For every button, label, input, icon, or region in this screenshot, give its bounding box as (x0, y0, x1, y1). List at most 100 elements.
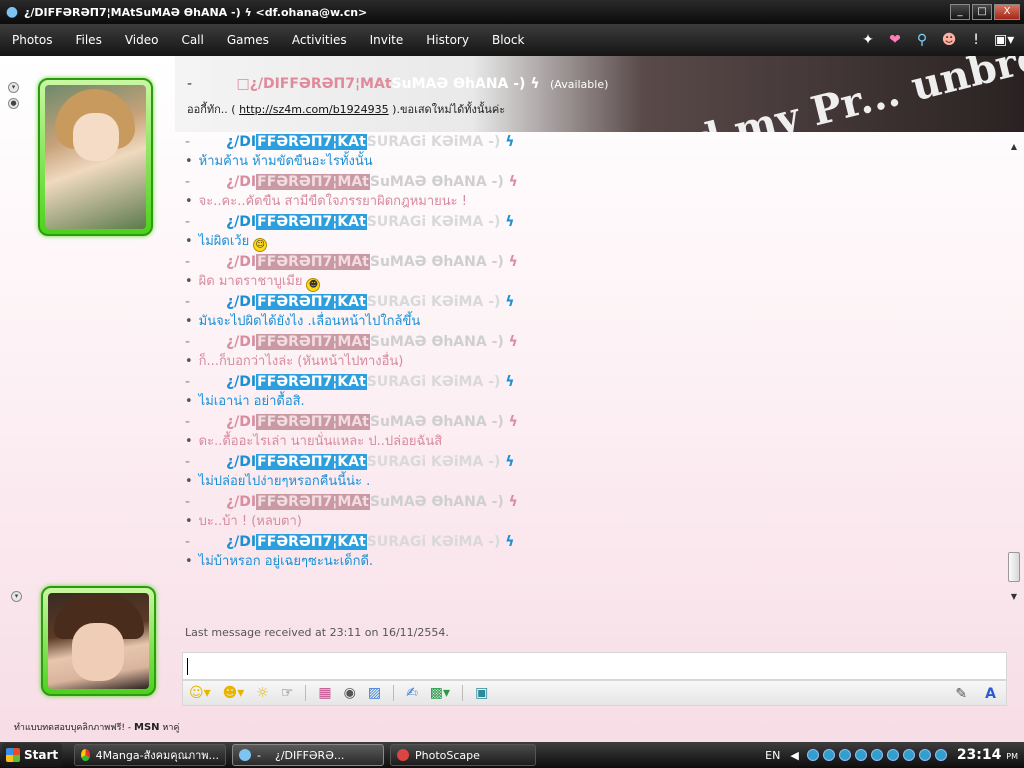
system-tray: EN ◀ 23:14 PM (765, 742, 1024, 768)
task-msn[interactable]: - ¿/DIFFƏRƏ... (232, 744, 384, 766)
photoscape-icon (397, 749, 409, 761)
message-body: • จะ..คะ..คัดขืน สามีขืดใจภรรยาผิดกฎหมายน… (185, 194, 467, 209)
menu-invite[interactable]: Invite (358, 33, 415, 47)
search-icon[interactable]: ⚲ (913, 31, 931, 49)
message-sender: - ¿/DIFFƏRƏП7¦KAtSURAGi KƏiMA -) ϟ (185, 454, 515, 470)
options-menu-icon[interactable]: ▣▾ (994, 31, 1014, 49)
tray-misc-icon[interactable] (934, 749, 947, 761)
clock[interactable]: 23:14 PM (957, 747, 1018, 763)
menu-block[interactable]: Block (480, 33, 535, 47)
tray-messenger-icon[interactable] (838, 749, 851, 761)
sound-icon[interactable]: ◉ (344, 683, 356, 703)
minimize-button[interactable]: _ (950, 4, 970, 20)
spellcheck-icon[interactable]: ✍ (406, 683, 418, 703)
title-bar[interactable]: ● ¿/DIFFƏRƏП7¦MAtSuMAƏ ƟhANA -) ϟ <df.oh… (0, 0, 1024, 24)
message-body: • ห้ามค้าน ห้ามขัดขืนอะไรทั้งนั้น (185, 154, 373, 169)
conversation-scrollbar[interactable]: ▲ ▼ (1006, 142, 1020, 612)
tray-expand-icon[interactable]: ◀ (790, 749, 798, 762)
message-body: • มันจะไปผิดได้ยังไง .เลื่อนหน้าไปใกล้ขึ้… (185, 314, 421, 329)
tray-power-icon[interactable] (902, 749, 915, 761)
start-button[interactable]: Start (2, 743, 62, 767)
chrome-icon (81, 749, 90, 761)
message-sender: - ¿/DIFFƏRƏП7¦MAtSuMAƏ ƟhANA -) ϟ (185, 254, 518, 270)
message-sender: - ¿/DIFFƏRƏП7¦MAtSuMAƏ ƟhANA -) ϟ (185, 494, 518, 510)
contact-card-icon[interactable]: ● (8, 98, 19, 109)
bottom-ad[interactable]: ทำแบบทดสอบบุคลิกภาพฟรี! - MSN หาคู่ (14, 720, 179, 734)
tongue-emoticon-icon: ☻ (306, 278, 321, 292)
contact-header: And my Pr... unbroken vir... living - □¿… (175, 56, 1024, 132)
gift-icon[interactable]: ▨ (368, 683, 381, 703)
menu-files[interactable]: Files (63, 33, 112, 47)
avatar-face-icon[interactable]: ☻ (940, 31, 958, 49)
contact-name-part1: □¿/DIFFƏRƏП7¦MAt (236, 76, 392, 92)
message-sender: - ¿/DIFFƏRƏП7¦KAtSURAGi KƏiMA -) ϟ (185, 214, 515, 230)
scroll-thumb[interactable] (1008, 552, 1020, 582)
tray-security-icon[interactable] (870, 749, 883, 761)
menu-activities[interactable]: Activities (280, 33, 358, 47)
translate-menu-icon[interactable]: ▩▾ (430, 683, 450, 703)
avatar-column: ▾ ● ▾ (0, 56, 175, 742)
contact-name-line: - □¿/DIFFƏRƏП7¦MAtSuMAƏ ƟhANA -) ϟ (Avai… (187, 76, 609, 92)
grin-emoticon-icon: ☺ (253, 238, 268, 252)
message-sender: - ¿/DIFFƏRƏП7¦KAtSURAGi KƏiMA -) ϟ (185, 134, 515, 150)
menu-call[interactable]: Call (169, 33, 214, 47)
nudge-icon[interactable]: ☼ (256, 683, 269, 703)
conversation-history[interactable]: - ¿/DIFFƏRƏП7¦KAtSURAGi KƏiMA -) ϟ • ห้ามค้… (185, 132, 1005, 668)
wand-icon[interactable]: ✦ (859, 31, 877, 49)
tray-volume-icon[interactable] (886, 749, 899, 761)
collapse-contact-icon[interactable]: ▾ (8, 82, 19, 93)
msn-buddy-icon (239, 749, 251, 761)
font-icon[interactable]: A (985, 684, 996, 704)
tray-update-icon[interactable] (918, 749, 931, 761)
collapse-self-icon[interactable]: ▾ (11, 591, 22, 602)
message-body: • ผิด มาตราชาบูเมีย ☻ (185, 272, 321, 292)
tray-network-icon[interactable] (806, 749, 819, 761)
share-icon[interactable]: ▣ (475, 683, 488, 703)
message-body: • ไม่เอาน่า อย่าดื้อสิ. (185, 394, 305, 409)
menu-photos[interactable]: Photos (0, 33, 63, 47)
close-button[interactable]: X (994, 4, 1020, 20)
conversation-window: ▾ ● ▾ And my Pr... unbroken vir... livin… (0, 56, 1024, 742)
message-sender: - ¿/DIFFƏRƏП7¦KAtSURAGi KƏiMA -) ϟ (185, 534, 515, 550)
contact-display-picture (45, 85, 146, 229)
scene-banner: And my Pr... unbroken vir... living (630, 56, 1024, 132)
contact-name-part2: SuMAƏ ƟhANA -) ϟ (391, 76, 540, 92)
menu-games[interactable]: Games (215, 33, 280, 47)
personal-message-link[interactable]: http://sz4m.com/b1924935 (239, 103, 389, 116)
menu-video[interactable]: Video (113, 33, 170, 47)
wink-menu-icon[interactable]: ☻▾ (223, 683, 245, 703)
voice-clip-icon[interactable]: ☞ (281, 683, 294, 703)
contact-status: (Available) (550, 78, 609, 91)
task-photoscape[interactable]: PhotoScape (390, 744, 536, 766)
language-indicator[interactable]: EN (765, 749, 780, 762)
scroll-up-icon[interactable]: ▲ (1008, 142, 1020, 152)
personal-message: ออกี้ทัก.. ( http://sz4m.com/b1924935 ).… (187, 103, 506, 116)
tray-msn-icon[interactable] (822, 749, 835, 761)
message-body: • ไม่บ้าหรอก อยู่เฉยๆซะนะเด็กดี. (185, 554, 374, 569)
handwriting-icon[interactable]: ✎ (955, 684, 967, 704)
taskbar: Start 4Manga-สังคมคุณภาพ... - ¿/DIFFƏRƏ.… (0, 742, 1024, 768)
scroll-down-icon[interactable]: ▼ (1008, 592, 1020, 602)
task-browser[interactable]: 4Manga-สังคมคุณภาพ... (74, 744, 226, 766)
contact-avatar[interactable] (38, 78, 153, 236)
self-avatar[interactable] (41, 586, 156, 696)
message-input[interactable] (182, 652, 1007, 680)
message-sender: - ¿/DIFFƏRƏП7¦MAtSuMAƏ ƟhANA -) ϟ (185, 414, 518, 430)
input-toolbar: ☺▾ ☻▾ ☼ ☞ ▦ ◉ ▨ ✍ ▩▾ ▣ ✎ A (182, 680, 1007, 706)
tray-app-icon[interactable] (854, 749, 867, 761)
windows-logo-icon (6, 748, 20, 762)
heart-icon[interactable]: ❤ (886, 31, 904, 49)
self-display-picture (48, 593, 149, 689)
background-icon[interactable]: ▦ (318, 683, 331, 703)
nudge-icon[interactable]: ! (967, 31, 985, 49)
emoticon-menu-icon[interactable]: ☺▾ (189, 683, 211, 703)
message-body: • ไม่ปล่อยไปง่ายๆหรอกคืนนี้น่ะ . (185, 474, 371, 489)
message-body: • บะ..บ้า ! (หลบตา) (185, 514, 302, 529)
message-body: • ไม่ผิดเว้ย ☺ (185, 232, 268, 252)
maximize-button[interactable]: □ (972, 4, 992, 20)
message-body: • ก็...ก็บอกว่าไงล่ะ (หันหน้าไปทางอื่น) (185, 354, 404, 369)
menu-history[interactable]: History (414, 33, 480, 47)
message-sender: - ¿/DIFFƏRƏП7¦KAtSURAGi KƏiMA -) ϟ (185, 294, 515, 310)
message-sender: - ¿/DIFFƏRƏП7¦MAtSuMAƏ ƟhANA -) ϟ (185, 174, 518, 190)
message-sender: - ¿/DIFFƏRƏП7¦MAtSuMAƏ ƟhANA -) ϟ (185, 334, 518, 350)
